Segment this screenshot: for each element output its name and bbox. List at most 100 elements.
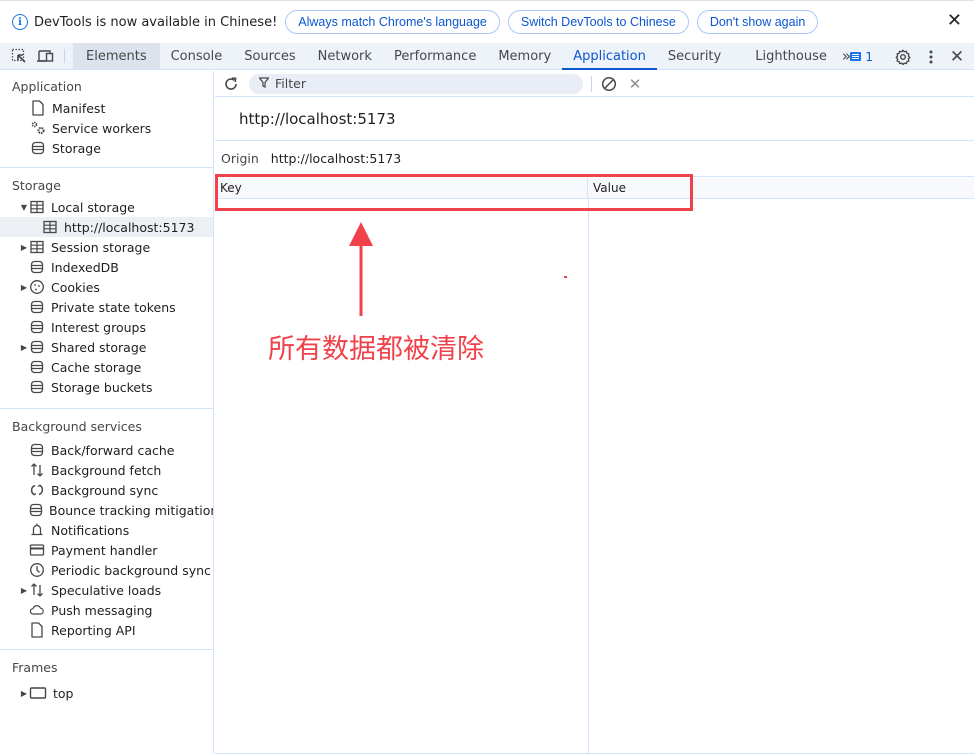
sidebar-item-reporting-api[interactable]: Reporting API: [0, 620, 213, 640]
bell-icon: [29, 522, 45, 538]
toolbar-divider: [591, 75, 592, 92]
clear-all-icon[interactable]: [600, 76, 618, 92]
dont-show-again-button[interactable]: Don't show again: [696, 10, 819, 34]
collapsed-arrow-icon[interactable]: ▶: [19, 689, 29, 698]
messages-count: 1: [865, 49, 873, 64]
sidebar-item-indexeddb[interactable]: IndexedDB: [0, 257, 213, 277]
sidebar-item-local-storage[interactable]: ▼ Local storage: [0, 197, 213, 217]
database-icon: [29, 502, 43, 518]
sidebar-item-payment-handler[interactable]: Payment handler: [0, 540, 213, 560]
tab-memory[interactable]: Memory: [487, 43, 562, 69]
column-divider: [588, 199, 589, 753]
filter-placeholder: Filter: [275, 76, 306, 91]
settings-icon[interactable]: [892, 49, 914, 65]
cloud-icon: [29, 602, 45, 618]
filter-input[interactable]: Filter: [249, 73, 583, 94]
sidebar-item-notifications[interactable]: Notifications: [0, 520, 213, 540]
tab-elements[interactable]: Elements: [73, 43, 160, 69]
table-icon: [29, 199, 45, 215]
sidebar-item-cookies[interactable]: ▶ Cookies: [0, 277, 213, 297]
sidebar-item-bounce-tracking-mitigations[interactable]: Bounce tracking mitigations: [0, 500, 213, 520]
devtools-toolbar: Elements Console Sources Network Perform…: [0, 43, 974, 70]
frame-icon: [29, 685, 47, 701]
sidebar-section-application: Application Manifest Service workers Sto…: [0, 71, 213, 168]
tab-sources[interactable]: Sources: [233, 43, 306, 69]
local-storage-panel: Filter ✕ http://localhost:5173 Origin ht…: [215, 71, 974, 754]
sidebar-item-label: Shared storage: [51, 339, 147, 355]
annotation-text: 所有数据都被清除: [268, 334, 484, 365]
application-sidebar: Application Manifest Service workers Sto…: [0, 71, 214, 754]
more-options-icon[interactable]: [920, 49, 942, 65]
cookie-icon: [29, 279, 45, 295]
database-icon: [29, 442, 45, 458]
inspect-element-icon[interactable]: [8, 43, 30, 69]
messages-badge[interactable]: 1: [850, 50, 873, 64]
column-header-value[interactable]: Value: [588, 178, 974, 198]
sidebar-item-localhost-5173[interactable]: http://localhost:5173: [0, 217, 213, 237]
section-title: Frames: [12, 660, 58, 675]
sidebar-item-private-state-tokens[interactable]: Private state tokens: [0, 297, 213, 317]
sidebar-item-label: Session storage: [51, 239, 151, 255]
section-title: Background services: [12, 419, 142, 434]
tab-performance[interactable]: Performance: [383, 43, 487, 69]
clock-icon: [29, 562, 45, 578]
delete-selected-icon[interactable]: ✕: [626, 75, 644, 93]
origin-label: Origin: [221, 151, 259, 166]
sidebar-item-interest-groups[interactable]: Interest groups: [0, 317, 213, 337]
collapsed-arrow-icon[interactable]: ▶: [19, 343, 29, 352]
sync-icon: [29, 482, 45, 498]
sidebar-item-manifest[interactable]: Manifest: [0, 98, 213, 118]
filter-icon: [258, 76, 270, 91]
gears-icon: [30, 120, 46, 136]
sidebar-item-cache-storage[interactable]: Cache storage: [0, 357, 213, 377]
sidebar-item-label: Storage: [52, 140, 101, 156]
close-devtools-icon[interactable]: ✕: [946, 47, 968, 67]
sidebar-item-label: Cache storage: [51, 359, 142, 375]
sidebar-item-periodic-background-sync[interactable]: Periodic background sync: [0, 560, 213, 580]
collapsed-arrow-icon[interactable]: ▶: [19, 586, 29, 595]
grid-body-empty[interactable]: [215, 199, 974, 753]
database-icon: [29, 379, 45, 395]
always-match-language-button[interactable]: Always match Chrome's language: [285, 10, 500, 34]
column-header-key[interactable]: Key: [215, 178, 588, 198]
sidebar-item-background-sync[interactable]: Background sync: [0, 480, 213, 500]
collapsed-arrow-icon[interactable]: ▶: [19, 283, 29, 292]
close-icon[interactable]: ✕: [947, 12, 962, 30]
origin-value: http://localhost:5173: [270, 151, 402, 166]
sidebar-item-label: Private state tokens: [51, 299, 176, 315]
document-icon: [30, 100, 46, 116]
tab-security[interactable]: Security: [657, 43, 744, 69]
sidebar-item-label: Background fetch: [51, 462, 162, 478]
database-icon: [29, 339, 45, 355]
sidebar-item-label: top: [53, 685, 74, 701]
database-icon: [29, 319, 45, 335]
sidebar-item-storage-buckets[interactable]: Storage buckets: [0, 377, 213, 397]
sidebar-item-label: Back/forward cache: [51, 442, 175, 458]
tab-console[interactable]: Console: [160, 43, 234, 69]
sidebar-item-label: Periodic background sync: [51, 562, 211, 578]
tab-network[interactable]: Network: [307, 43, 383, 69]
device-toolbar-icon[interactable]: [34, 43, 56, 69]
sidebar-item-back-forward-cache[interactable]: Back/forward cache: [0, 440, 213, 460]
database-icon: [29, 259, 45, 275]
switch-to-chinese-button[interactable]: Switch DevTools to Chinese: [507, 10, 689, 34]
sidebar-item-speculative-loads[interactable]: ▶ Speculative loads: [0, 580, 213, 600]
expanded-arrow-icon[interactable]: ▼: [19, 203, 29, 212]
sidebar-item-frame-top[interactable]: ▶ top: [0, 683, 213, 703]
sidebar-section-background-services: Background services Back/forward cache B…: [0, 409, 213, 650]
tab-application[interactable]: Application: [562, 43, 657, 70]
sidebar-item-label: Notifications: [51, 522, 130, 538]
sidebar-item-push-messaging[interactable]: Push messaging: [0, 600, 213, 620]
language-infobar: i DevTools is now available in Chinese! …: [0, 0, 974, 43]
tab-lighthouse[interactable]: Lighthouse: [744, 43, 838, 69]
sidebar-item-shared-storage[interactable]: ▶ Shared storage: [0, 337, 213, 357]
sidebar-item-storage[interactable]: Storage: [0, 138, 213, 158]
sidebar-item-session-storage[interactable]: ▶ Session storage: [0, 237, 213, 257]
collapsed-arrow-icon[interactable]: ▶: [19, 243, 29, 252]
refresh-icon[interactable]: [221, 76, 241, 92]
sidebar-item-background-fetch[interactable]: Background fetch: [0, 460, 213, 480]
sidebar-item-service-workers[interactable]: Service workers: [0, 118, 213, 138]
database-icon: [29, 299, 45, 315]
document-icon: [29, 622, 45, 638]
sidebar-item-label: Speculative loads: [51, 582, 162, 598]
